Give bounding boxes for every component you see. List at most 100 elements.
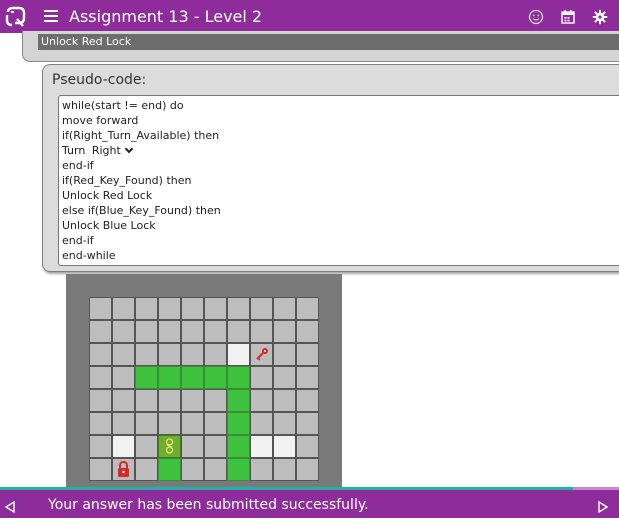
code-line: if(Red_Key_Found) then <box>62 174 192 187</box>
status-bar: Your answer has been submitted successfu… <box>0 490 619 518</box>
maze-cell <box>250 458 273 481</box>
code-line: while(start != end) do <box>62 99 184 112</box>
maze-cell <box>135 320 158 343</box>
maze-cell <box>89 458 112 481</box>
maze-cell <box>273 343 296 366</box>
maze-cell <box>89 320 112 343</box>
pseudo-code-title: Pseudo-code: <box>52 72 147 88</box>
previous-arrow-icon[interactable] <box>4 498 16 514</box>
maze-cell <box>273 297 296 320</box>
maze-cell <box>89 435 112 458</box>
maze-cell <box>227 458 250 481</box>
maze-cell <box>112 389 135 412</box>
maze-cell <box>135 412 158 435</box>
maze-cell <box>227 297 250 320</box>
maze-cell <box>204 297 227 320</box>
turn-direction-value: Right <box>91 144 121 157</box>
code-line: else if(Blue_Key_Found) then <box>62 204 221 217</box>
maze-cell <box>204 366 227 389</box>
maze-cell <box>227 343 250 366</box>
maze-cell <box>296 389 319 412</box>
maze-cell <box>181 320 204 343</box>
maze-cell <box>112 297 135 320</box>
next-arrow-icon[interactable] <box>597 498 609 514</box>
maze-cell <box>250 297 273 320</box>
maze-cell <box>227 320 250 343</box>
maze-cell <box>158 389 181 412</box>
maze-cell <box>204 320 227 343</box>
red-key-icon <box>256 348 268 361</box>
maze-cell <box>296 343 319 366</box>
maze-cell <box>273 389 296 412</box>
turn-direction-select[interactable]: Right <box>92 143 134 158</box>
code-line: end-while <box>62 249 116 262</box>
maze-cell <box>135 435 158 458</box>
turn-keyword: Turn <box>62 144 86 157</box>
calendar-icon[interactable] <box>559 8 577 26</box>
maze-cell <box>135 297 158 320</box>
maze-cell <box>296 435 319 458</box>
smiley-icon[interactable] <box>527 8 545 26</box>
code-line: Unlock Blue Lock <box>62 219 156 232</box>
maze-cell <box>112 458 135 481</box>
maze-cell <box>112 343 135 366</box>
maze-cell <box>227 389 250 412</box>
maze-cell <box>112 435 135 458</box>
maze-cell <box>89 389 112 412</box>
logo-icon[interactable] <box>4 6 28 28</box>
maze-cell <box>296 297 319 320</box>
maze-cell <box>181 435 204 458</box>
red-lock-icon <box>118 460 129 477</box>
code-line: if(Right_Turn_Available) then <box>62 129 220 142</box>
page-title: Assignment 13 - Level 2 <box>69 7 263 26</box>
maze-cell <box>158 435 181 458</box>
maze-cell <box>89 366 112 389</box>
maze-cell <box>89 343 112 366</box>
maze-cell <box>296 412 319 435</box>
maze-cell <box>250 343 273 366</box>
maze-cell <box>158 366 181 389</box>
menu-icon[interactable] <box>44 10 58 22</box>
maze-cell <box>273 435 296 458</box>
maze-cell <box>181 412 204 435</box>
maze-cell <box>89 297 112 320</box>
maze-cell <box>227 435 250 458</box>
maze-cell <box>227 366 250 389</box>
maze-cell <box>181 389 204 412</box>
maze-cell <box>273 458 296 481</box>
maze-cell <box>250 389 273 412</box>
maze-cell <box>273 320 296 343</box>
maze-cell <box>296 320 319 343</box>
maze-cell <box>158 458 181 481</box>
maze-cell <box>135 366 158 389</box>
maze-cell <box>181 366 204 389</box>
maze-cell <box>112 366 135 389</box>
code-line-turn: Turn Right <box>62 143 619 158</box>
code-line: end-if <box>62 234 94 247</box>
maze-cell <box>273 366 296 389</box>
maze-cell <box>135 458 158 481</box>
unlock-red-lock-block[interactable]: Unlock Red Lock <box>38 34 619 50</box>
maze-cell <box>250 366 273 389</box>
maze-cell <box>158 412 181 435</box>
maze-cell <box>112 320 135 343</box>
maze-cell <box>204 412 227 435</box>
settings-icon[interactable] <box>591 8 609 26</box>
maze-cell <box>89 412 112 435</box>
maze-cell <box>250 412 273 435</box>
maze-cell <box>204 435 227 458</box>
maze-cell <box>158 343 181 366</box>
pseudo-code-box: while(start != end) do move forward if(R… <box>58 95 619 266</box>
robot-icon <box>165 438 174 454</box>
top-bar: Assignment 13 - Level 2 <box>0 0 619 33</box>
maze-cell <box>273 412 296 435</box>
maze-cell <box>181 343 204 366</box>
code-line: end-if <box>62 159 94 172</box>
maze-cell <box>204 389 227 412</box>
maze-cell <box>204 458 227 481</box>
status-message: Your answer has been submitted successfu… <box>48 497 369 513</box>
maze-cell <box>296 458 319 481</box>
maze-cell <box>227 412 250 435</box>
maze-cell <box>135 343 158 366</box>
maze-cell <box>296 366 319 389</box>
